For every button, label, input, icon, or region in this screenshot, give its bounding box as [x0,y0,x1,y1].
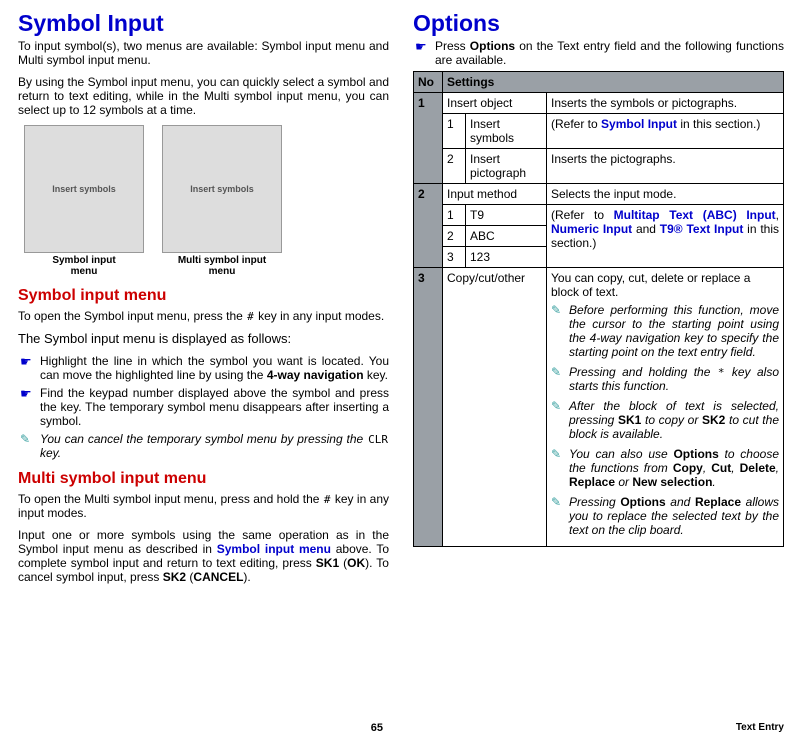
row3-no: 3 [414,268,443,547]
row3-tip1: Before performing this function, move th… [551,303,779,359]
link-symbol-input-menu[interactable]: Symbol input menu [217,542,331,556]
symbol-input-heading: Symbol Input [18,10,389,37]
row2-sub3-label: 123 [466,247,547,268]
multi-symbol-menu-heading: Multi symbol input menu [18,470,389,488]
fig2-cap-b: menu [162,266,282,277]
row1-sub2-n: 2 [443,149,466,184]
row1-no: 1 [414,93,443,184]
bullet-keypad-number: Find the keypad number displayed above t… [18,386,389,428]
fig1-cap-b: menu [24,266,144,277]
th-settings: Settings [443,72,784,93]
fig1-cap-a: Symbol input [24,255,144,266]
row2-sub3-n: 3 [443,247,466,268]
row2-sub-desc: (Refer to Multitap Text (ABC) Input, Num… [547,205,784,268]
row2-sub1-n: 1 [443,205,466,226]
figure-multi-symbol-menu: Insert symbols Multi symbol input menu [162,125,282,277]
row2-sub2-label: ABC [466,226,547,247]
s1-p2: The Symbol input menu is displayed as fo… [18,331,389,346]
options-heading: Options [413,10,784,37]
row1-sub1-n: 1 [443,114,466,149]
row2-sub1-label: T9 [466,205,547,226]
intro-p1: To input symbol(s), two menus are availa… [18,39,389,67]
th-no: No [414,72,443,93]
s1-p1: To open the Symbol input menu, press the… [18,309,389,323]
row3-tip5: Pressing Options and Replace allows you … [551,495,779,537]
row1-sub1-label: Insert symbols [466,114,547,149]
s2-p1: To open the Multi symbol input menu, pre… [18,492,389,520]
s2-p2: Input one or more symbols using the same… [18,528,389,584]
row1-desc: Inserts the symbols or pictographs. [547,93,784,114]
fig2-cap-a: Multi symbol input [162,255,282,266]
symbol-input-screenshot: Insert symbols [24,125,144,253]
row1-sub1-desc: (Refer to Symbol Input in this section.) [547,114,784,149]
bullet-press-options: Press Options on the Text entry field an… [413,39,784,67]
row2-no: 2 [414,184,443,268]
row3-desc: You can copy, cut, delete or replace a b… [551,271,779,299]
symbol-input-menu-heading: Symbol input menu [18,287,389,305]
row3-label: Copy/cut/other [443,268,547,547]
link-multitap[interactable]: Multitap Text (ABC) Input [614,208,776,222]
section-name: Text Entry [736,722,784,734]
bullet-highlight-line: Highlight the line in which the symbol y… [18,354,389,382]
row3-desc-cell: You can copy, cut, delete or replace a b… [547,268,784,547]
hash-key-icon: # [246,310,255,323]
row2-label: Input method [443,184,547,205]
link-t9[interactable]: T9® Text Input [660,222,744,236]
page-number: 65 [371,722,383,734]
figure-symbol-menu: Insert symbols Symbol input menu [24,125,144,277]
row1-sub2-label: Insert pictograph [466,149,547,184]
figure-row: Insert symbols Symbol input menu Insert … [24,125,389,277]
row1-label: Insert object [443,93,547,114]
intro-p2: By using the Symbol input menu, you can … [18,75,389,117]
row1-sub2-desc: Inserts the pictographs. [547,149,784,184]
multi-symbol-screenshot: Insert symbols [162,125,282,253]
row2-sub2-n: 2 [443,226,466,247]
link-symbol-input[interactable]: Symbol Input [601,117,677,131]
row2-desc: Selects the input mode. [547,184,784,205]
tip-cancel-menu: You can cancel the temporary symbol menu… [18,432,389,460]
row3-tip3: After the block of text is selected, pre… [551,399,779,441]
row3-tip2: Pressing and holding the * key also star… [551,365,779,393]
options-table: No Settings 1 Insert object Inserts the … [413,71,784,547]
link-numeric[interactable]: Numeric Input [551,222,632,236]
clr-key-icon: CLR [367,433,389,446]
row3-tip4: You can also use Options to choose the f… [551,447,779,489]
